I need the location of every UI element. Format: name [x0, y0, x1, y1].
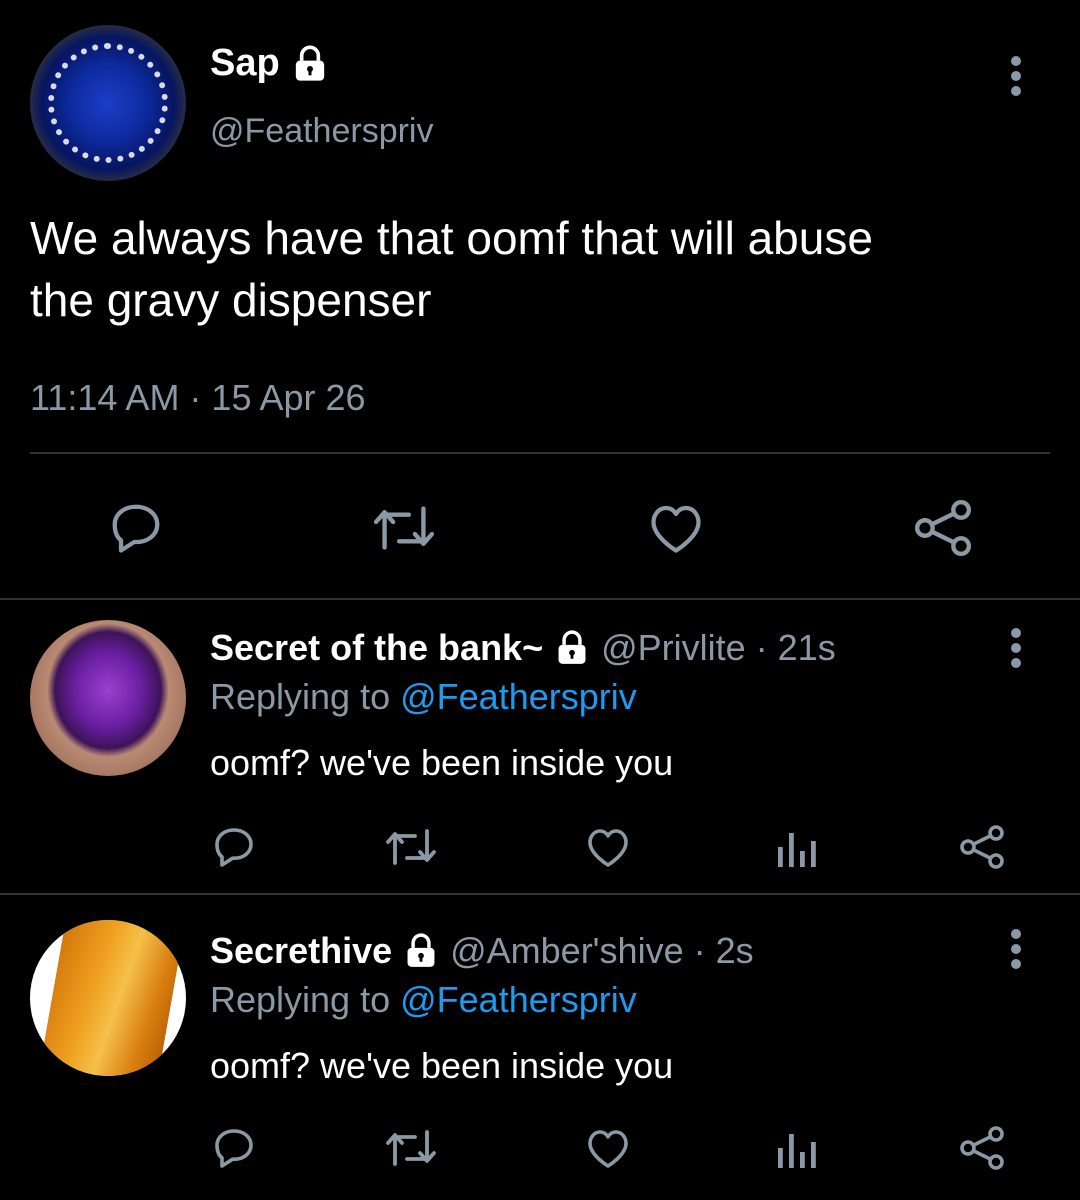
mention-link[interactable]: @Featherspriv — [400, 979, 637, 1020]
analytics-icon[interactable] — [774, 829, 818, 869]
avatar[interactable] — [30, 920, 186, 1076]
display-name[interactable]: Secrethive — [210, 930, 392, 972]
retweet-icon[interactable] — [383, 825, 439, 869]
handle[interactable]: @Featherspriv — [210, 112, 433, 151]
avatar[interactable] — [30, 620, 186, 776]
avatar[interactable] — [30, 25, 186, 181]
reply-icon[interactable] — [210, 1124, 258, 1172]
reply-text: oomf? we've been inside you — [210, 742, 674, 783]
display-name[interactable]: Secret of the bank~ — [210, 627, 543, 669]
replying-to: Replying to @Featherspriv — [210, 676, 637, 718]
replying-label: Replying to — [210, 979, 401, 1020]
divider — [0, 893, 1080, 895]
like-icon[interactable] — [584, 825, 632, 869]
like-icon[interactable] — [584, 1126, 632, 1170]
replying-to: Replying to @Featherspriv — [210, 979, 637, 1021]
share-icon[interactable] — [912, 497, 974, 559]
mention-link[interactable]: @Featherspriv — [400, 676, 637, 717]
tweet-text-line: the gravy dispenser — [30, 274, 432, 326]
analytics-icon[interactable] — [774, 1130, 818, 1170]
tweet-text-line: We always have that oomf that will abuse — [30, 212, 873, 264]
retweet-icon[interactable] — [383, 1126, 439, 1170]
reply-header: Secrethive @Amber'shive · 2s — [210, 930, 754, 972]
handle-time[interactable]: @Privlite · 21s — [601, 627, 836, 669]
more-options-icon[interactable] — [1000, 55, 1032, 97]
display-name[interactable]: Sap — [210, 42, 280, 85]
divider — [30, 452, 1050, 454]
divider — [0, 598, 1080, 600]
reply-icon[interactable] — [210, 823, 258, 871]
lock-icon — [553, 629, 591, 667]
share-icon[interactable] — [958, 1124, 1006, 1172]
share-icon[interactable] — [958, 823, 1006, 871]
more-options-icon[interactable] — [1000, 928, 1032, 970]
reply-header: Secret of the bank~ @Privlite · 21s — [210, 627, 836, 669]
lock-icon — [290, 44, 330, 84]
replying-label: Replying to — [210, 676, 401, 717]
more-options-icon[interactable] — [1000, 627, 1032, 669]
author-name-row: Sap — [210, 42, 330, 85]
tweet-text: We always have that oomf that will abuse… — [30, 207, 873, 331]
timestamp[interactable]: 11:14 AM · 15 Apr 26 — [30, 377, 366, 419]
retweet-icon[interactable] — [370, 500, 438, 556]
lock-icon — [402, 932, 440, 970]
like-icon[interactable] — [646, 500, 706, 556]
reply-text: oomf? we've been inside you — [210, 1045, 674, 1086]
handle-time[interactable]: @Amber'shive · 2s — [450, 930, 754, 972]
reply-icon[interactable] — [106, 498, 166, 558]
